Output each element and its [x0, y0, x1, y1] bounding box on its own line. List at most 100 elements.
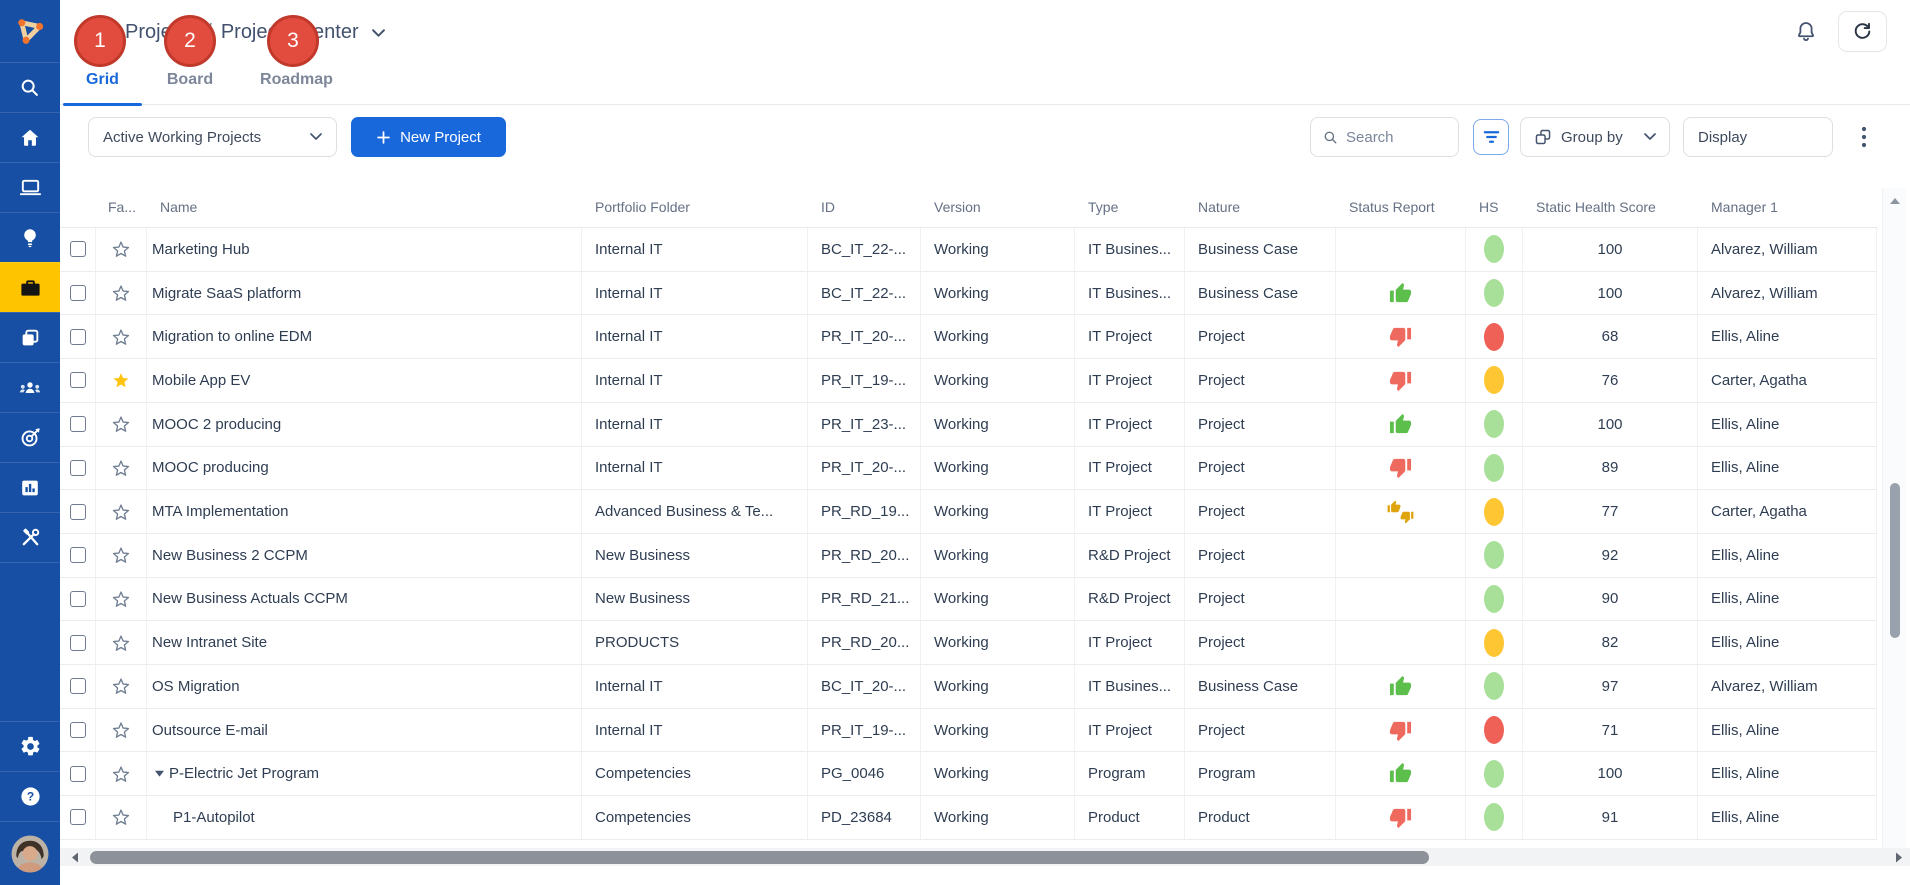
row-checkbox[interactable] — [70, 504, 86, 520]
cell-name[interactable]: MOOC 2 producing — [147, 403, 582, 446]
cell-hs[interactable] — [1466, 578, 1523, 621]
cell-hs[interactable] — [1466, 228, 1523, 271]
favorite-star[interactable] — [111, 239, 131, 259]
sidebar-item-resources[interactable] — [0, 362, 60, 412]
cell-static-health-score[interactable]: 76 — [1523, 359, 1698, 402]
table-row[interactable]: OS MigrationInternal ITBC_IT_20-...Worki… — [60, 665, 1877, 709]
cell-portfolio-folder[interactable]: Internal IT — [582, 447, 808, 490]
cell-nature[interactable]: Project — [1185, 578, 1336, 621]
cell-portfolio-folder[interactable]: New Business — [582, 578, 808, 621]
cell-manager-1[interactable]: Ellis, Aline — [1698, 578, 1877, 621]
favorite-star[interactable] — [111, 720, 131, 740]
cell-portfolio-folder[interactable]: Internal IT — [582, 709, 808, 752]
table-row[interactable]: Migration to online EDMInternal ITPR_IT_… — [60, 315, 1877, 359]
scroll-up-arrow-icon[interactable] — [1888, 196, 1902, 206]
more-options-button[interactable] — [1850, 121, 1878, 153]
cell-static-health-score[interactable]: 91 — [1523, 796, 1698, 839]
scroll-left-arrow-icon[interactable] — [70, 851, 80, 864]
sidebar-item-help[interactable]: ? — [0, 771, 60, 821]
cell-portfolio-folder[interactable]: Internal IT — [582, 228, 808, 271]
row-checkbox[interactable] — [70, 547, 86, 563]
cell-manager-1[interactable]: Ellis, Aline — [1698, 447, 1877, 490]
favorite-star[interactable] — [111, 633, 131, 653]
cell-hs[interactable] — [1466, 315, 1523, 358]
sidebar-item-settings[interactable] — [0, 721, 60, 771]
cell-version[interactable]: Working — [921, 272, 1075, 315]
cell-type[interactable]: IT Project — [1075, 359, 1185, 402]
cell-type[interactable]: IT Busines... — [1075, 665, 1185, 708]
cell-manager-1[interactable]: Ellis, Aline — [1698, 709, 1877, 752]
cell-nature[interactable]: Project — [1185, 403, 1336, 446]
cell-status-report[interactable] — [1336, 272, 1466, 315]
sidebar-item-home[interactable] — [0, 112, 60, 162]
cell-hs[interactable] — [1466, 272, 1523, 315]
cell-status-report[interactable] — [1336, 534, 1466, 577]
favorite-star[interactable] — [111, 283, 131, 303]
cell-portfolio-folder[interactable]: Internal IT — [582, 665, 808, 708]
cell-static-health-score[interactable]: 77 — [1523, 490, 1698, 533]
cell-manager-1[interactable]: Ellis, Aline — [1698, 534, 1877, 577]
cell-static-health-score[interactable]: 68 — [1523, 315, 1698, 358]
sidebar-item-portfolios[interactable] — [0, 312, 60, 362]
header-nature[interactable]: Nature — [1185, 199, 1336, 215]
cell-manager-1[interactable]: Ellis, Aline — [1698, 403, 1877, 446]
cell-hs[interactable] — [1466, 665, 1523, 708]
row-checkbox[interactable] — [70, 809, 86, 825]
sidebar-item-goals[interactable] — [0, 412, 60, 462]
cell-nature[interactable]: Project — [1185, 534, 1336, 577]
cell-type[interactable]: IT Busines... — [1075, 228, 1185, 271]
cell-manager-1[interactable]: Carter, Agatha — [1698, 359, 1877, 402]
table-row[interactable]: Marketing HubInternal ITBC_IT_22-...Work… — [60, 228, 1877, 272]
cell-id[interactable]: PR_IT_19-... — [808, 709, 921, 752]
row-checkbox[interactable] — [70, 722, 86, 738]
cell-portfolio-folder[interactable]: Competencies — [582, 752, 808, 795]
row-checkbox[interactable] — [70, 241, 86, 257]
cell-status-report[interactable] — [1336, 621, 1466, 664]
cell-hs[interactable] — [1466, 403, 1523, 446]
cell-hs[interactable] — [1466, 359, 1523, 402]
sidebar-item-admin-tools[interactable] — [0, 512, 60, 562]
cell-hs[interactable] — [1466, 752, 1523, 795]
cell-static-health-score[interactable]: 100 — [1523, 228, 1698, 271]
vertical-scrollbar[interactable] — [1882, 188, 1906, 866]
cell-hs[interactable] — [1466, 709, 1523, 752]
favorite-star[interactable] — [111, 458, 131, 478]
favorite-star[interactable] — [111, 807, 131, 827]
cell-static-health-score[interactable]: 82 — [1523, 621, 1698, 664]
row-checkbox[interactable] — [70, 460, 86, 476]
cell-name[interactable]: OS Migration — [147, 665, 582, 708]
cell-status-report[interactable] — [1336, 359, 1466, 402]
horizontal-scroll-thumb[interactable] — [90, 851, 1429, 864]
row-checkbox[interactable] — [70, 372, 86, 388]
cell-id[interactable]: PR_IT_20-... — [808, 315, 921, 358]
header-portfolio-folder[interactable]: Portfolio Folder — [582, 199, 808, 215]
cell-nature[interactable]: Program — [1185, 752, 1336, 795]
cell-type[interactable]: IT Busines... — [1075, 272, 1185, 315]
cell-name[interactable]: Migrate SaaS platform — [147, 272, 582, 315]
search-input[interactable] — [1346, 129, 1446, 146]
header-id[interactable]: ID — [808, 199, 921, 215]
cell-manager-1[interactable]: Ellis, Aline — [1698, 621, 1877, 664]
notifications-button[interactable] — [1794, 19, 1818, 43]
breadcrumb[interactable]: Projects / Projects Center — [96, 17, 385, 47]
header-version[interactable]: Version — [921, 199, 1075, 215]
cell-nature[interactable]: Business Case — [1185, 272, 1336, 315]
cell-type[interactable]: IT Project — [1075, 490, 1185, 533]
cell-portfolio-folder[interactable]: Internal IT — [582, 315, 808, 358]
table-row[interactable]: New Business 2 CCPMNew BusinessPR_RD_20.… — [60, 534, 1877, 578]
cell-name[interactable]: MOOC producing — [147, 447, 582, 490]
cell-static-health-score[interactable]: 100 — [1523, 752, 1698, 795]
cell-manager-1[interactable]: Ellis, Aline — [1698, 796, 1877, 839]
app-logo[interactable] — [0, 0, 60, 62]
cell-id[interactable]: BC_IT_22-... — [808, 228, 921, 271]
cell-id[interactable]: PR_RD_20... — [808, 534, 921, 577]
header-hs[interactable]: HS — [1466, 199, 1523, 215]
cell-nature[interactable]: Product — [1185, 796, 1336, 839]
cell-status-report[interactable] — [1336, 403, 1466, 446]
cell-name[interactable]: New Business Actuals CCPM — [147, 578, 582, 621]
cell-static-health-score[interactable]: 92 — [1523, 534, 1698, 577]
cell-type[interactable]: R&D Project — [1075, 534, 1185, 577]
table-row[interactable]: New Intranet SitePRODUCTSPR_RD_20...Work… — [60, 621, 1877, 665]
cell-status-report[interactable] — [1336, 578, 1466, 621]
row-checkbox[interactable] — [70, 766, 86, 782]
